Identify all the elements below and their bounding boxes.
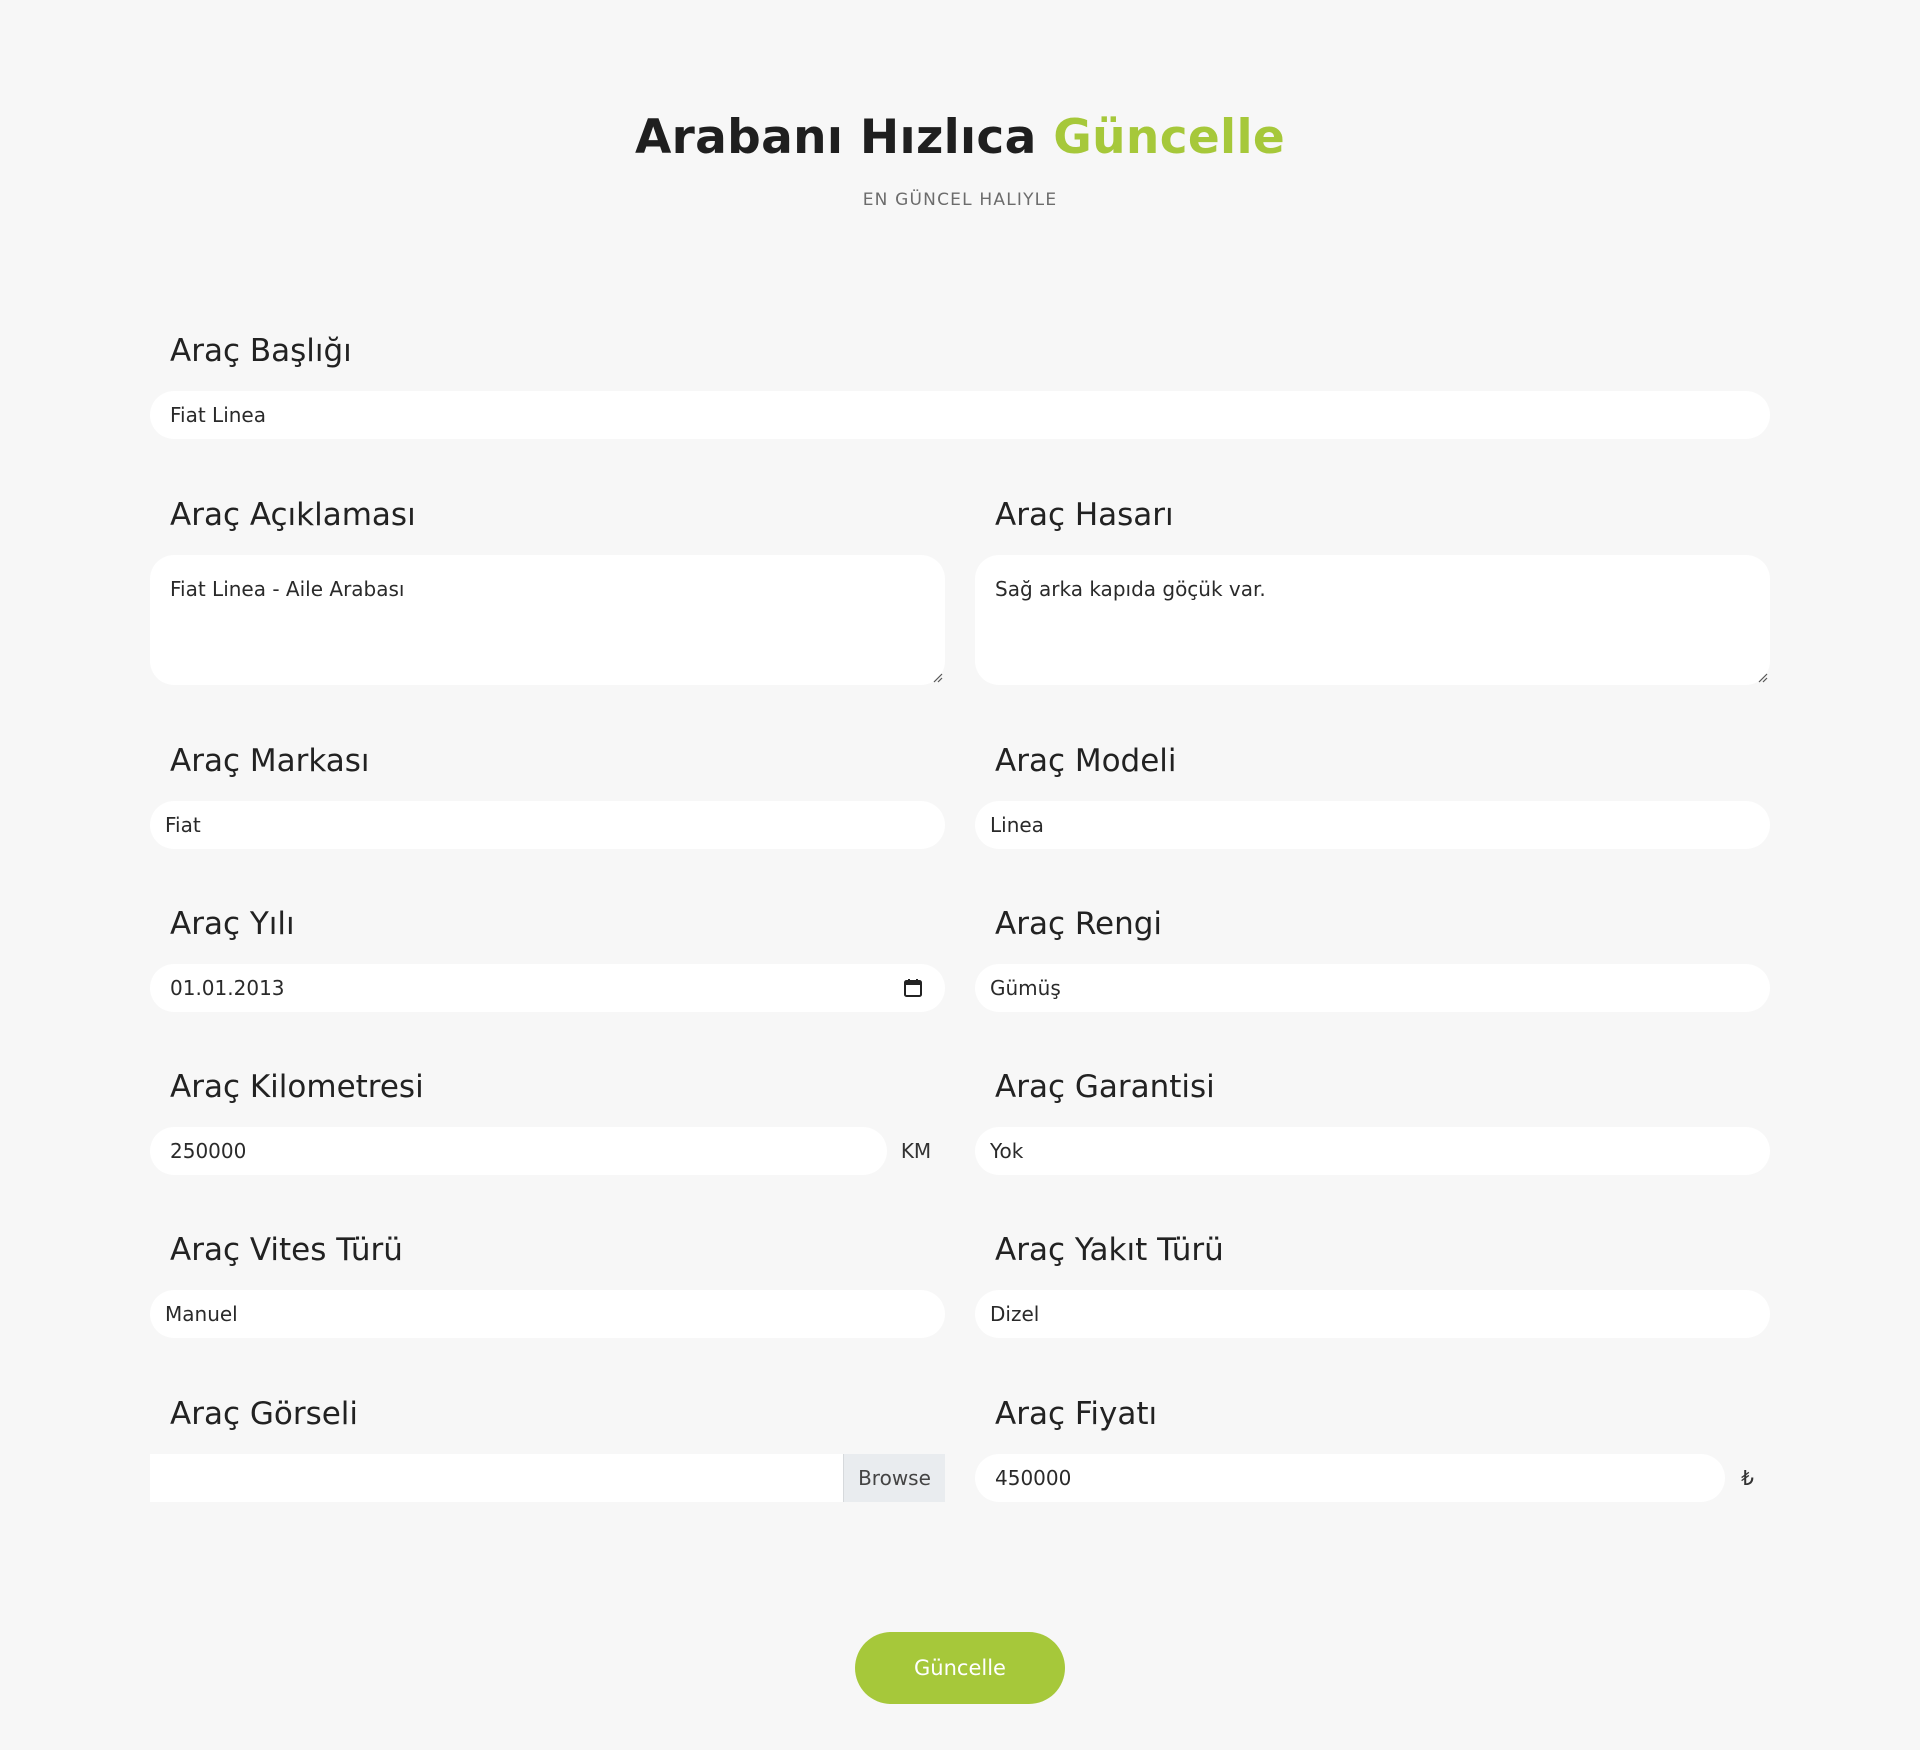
damage-textarea[interactable]: Sağ arka kapıda göçük var. bbox=[975, 555, 1770, 685]
mileage-label: Araç Kilometresi bbox=[170, 1069, 424, 1105]
title-label: Araç Başlığı bbox=[170, 333, 352, 369]
mileage-input[interactable]: 250000 bbox=[150, 1127, 887, 1175]
page-title-main: Arabanı Hızlıca bbox=[634, 110, 1037, 165]
damage-value: Sağ arka kapıda göçük var. bbox=[995, 577, 1266, 601]
model-label: Araç Modeli bbox=[995, 743, 1177, 779]
price-currency: ₺ bbox=[1741, 1466, 1754, 1490]
transmission-select[interactable]: Manuel bbox=[150, 1290, 945, 1338]
warranty-label: Araç Garantisi bbox=[995, 1069, 1215, 1105]
color-select[interactable]: Gümüş bbox=[975, 964, 1770, 1012]
update-car-page: Arabanı Hızlıca Güncelle EN GÜNCEL HALIY… bbox=[0, 0, 1920, 1750]
title-input[interactable]: Fiat Linea bbox=[150, 391, 1770, 439]
browse-button[interactable]: Browse bbox=[843, 1454, 945, 1502]
damage-label: Araç Hasarı bbox=[995, 497, 1174, 533]
description-textarea[interactable]: Fiat Linea - Aile Arabası bbox=[150, 555, 945, 685]
color-label: Araç Rengi bbox=[995, 906, 1163, 942]
brand-label: Araç Markası bbox=[170, 743, 370, 779]
image-label: Araç Görseli bbox=[170, 1396, 359, 1432]
resize-grip-icon[interactable] bbox=[931, 671, 943, 683]
image-file-input[interactable] bbox=[150, 1454, 843, 1502]
year-label: Araç Yılı bbox=[170, 906, 295, 942]
page-subtitle: EN GÜNCEL HALIYLE bbox=[862, 190, 1058, 210]
fuel-select[interactable]: Dizel bbox=[975, 1290, 1770, 1338]
mileage-unit: KM bbox=[900, 1139, 932, 1163]
page-title-accent: Güncelle bbox=[1053, 110, 1286, 165]
description-value: Fiat Linea - Aile Arabası bbox=[170, 577, 405, 601]
resize-grip-icon[interactable] bbox=[1756, 671, 1768, 683]
model-select[interactable]: Linea bbox=[975, 801, 1770, 849]
update-button[interactable]: Güncelle bbox=[855, 1632, 1065, 1704]
price-input[interactable]: 450000 bbox=[975, 1454, 1725, 1502]
warranty-select[interactable]: Yok bbox=[975, 1127, 1770, 1175]
year-date-input[interactable]: 01.01.2013 bbox=[150, 964, 945, 1012]
year-value: 01.01.2013 bbox=[170, 976, 285, 1000]
brand-select[interactable]: Fiat bbox=[150, 801, 945, 849]
page-title: Arabanı Hızlıca Güncelle bbox=[0, 110, 1920, 165]
fuel-label: Araç Yakıt Türü bbox=[995, 1232, 1224, 1268]
calendar-icon[interactable] bbox=[902, 977, 924, 999]
transmission-label: Araç Vites Türü bbox=[170, 1232, 403, 1268]
description-label: Araç Açıklaması bbox=[170, 497, 416, 533]
price-label: Araç Fiyatı bbox=[995, 1396, 1158, 1432]
